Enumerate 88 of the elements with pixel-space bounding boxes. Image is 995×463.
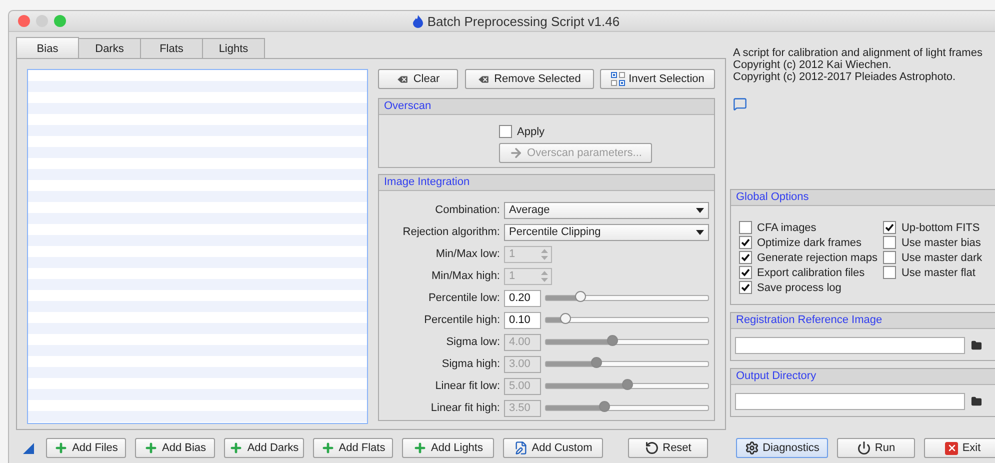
- field-label: Rejection algorithm:: [402, 226, 500, 238]
- dialog-button[interactable]: Exit: [924, 438, 995, 458]
- spin-arrows-icon: [541, 270, 548, 282]
- checkbox[interactable]: [739, 236, 752, 249]
- dropdown[interactable]: Average: [504, 202, 709, 218]
- number-field[interactable]: 0.20: [504, 290, 541, 306]
- add-button[interactable]: Add Flats: [313, 438, 393, 458]
- field-label: Percentile high:: [423, 314, 500, 326]
- checkbox[interactable]: [739, 281, 752, 294]
- checkbox[interactable]: [883, 236, 896, 249]
- path-field[interactable]: [735, 393, 965, 410]
- plus-icon: [229, 441, 244, 455]
- folder-icon[interactable]: [971, 396, 982, 407]
- field-label: Min/Max high:: [430, 270, 500, 282]
- reset-icon: [644, 441, 659, 455]
- close-icon: [945, 442, 958, 454]
- slider-thumb[interactable]: [575, 291, 586, 302]
- field-label: Min/Max low:: [434, 248, 500, 260]
- add-button[interactable]: Add Lights: [402, 438, 494, 458]
- close-window-button[interactable]: [18, 15, 30, 27]
- plus-icon: [144, 441, 158, 455]
- checkbox-label: Use master dark: [901, 252, 982, 264]
- dialog-button[interactable]: Run: [837, 438, 915, 458]
- field-label: Linear fit low:: [434, 380, 500, 392]
- tab[interactable]: Bias: [16, 37, 79, 59]
- grid-squares-icon: [610, 72, 625, 86]
- dropdown[interactable]: Percentile Clipping: [504, 224, 709, 240]
- window-title: Batch Preprocessing Script v1.46: [427, 14, 620, 28]
- checkbox[interactable]: [883, 266, 896, 279]
- tab[interactable]: Flats: [140, 38, 203, 58]
- checkbox[interactable]: [883, 221, 896, 234]
- field-label: Sigma low:: [445, 336, 500, 348]
- backspace-icon: [396, 72, 410, 86]
- flame-icon: [413, 14, 424, 28]
- resize-corner-icon[interactable]: [23, 442, 34, 454]
- file-pen-icon: [514, 441, 528, 455]
- about-text: Copyright (c) 2012-2017 Pleiades Astrophoto.: [733, 71, 957, 83]
- checkbox-label: Use master bias: [901, 236, 981, 248]
- checkbox-label: Use master flat: [901, 266, 976, 278]
- field-label: Linear fit high:: [430, 402, 500, 414]
- path-field[interactable]: [735, 337, 965, 354]
- add-button[interactable]: Add Bias: [135, 438, 215, 458]
- checkbox-label: Apply: [517, 126, 545, 138]
- add-button[interactable]: Add Darks: [224, 438, 304, 458]
- plus-icon: [413, 441, 427, 455]
- plus-icon: [320, 441, 335, 455]
- checkbox[interactable]: [883, 251, 896, 264]
- checkbox[interactable]: [739, 221, 752, 234]
- group-title: Global Options: [731, 190, 995, 206]
- tab[interactable]: Lights: [202, 38, 265, 58]
- field-label: Sigma high:: [440, 358, 500, 370]
- checkbox[interactable]: [499, 125, 512, 138]
- field-label: Combination:: [434, 204, 500, 216]
- checkbox[interactable]: [739, 251, 752, 264]
- comment-icon[interactable]: [733, 97, 747, 111]
- tab[interactable]: Darks: [78, 38, 141, 58]
- field-label: Percentile low:: [427, 292, 500, 304]
- group-title: Output Directory: [731, 369, 995, 385]
- number-field[interactable]: 0.10: [504, 312, 541, 328]
- group-title: Registration Reference Image: [731, 313, 995, 329]
- checkbox-label: Optimize dark frames: [757, 236, 862, 248]
- about-text: A script for calibration and alignment of light frames: [733, 47, 984, 59]
- spin-arrows-icon: [541, 248, 548, 260]
- checkbox-label: Save process log: [757, 282, 842, 294]
- folder-icon[interactable]: [971, 340, 982, 351]
- dialog-button[interactable]: Diagnostics: [736, 438, 828, 458]
- list-action-button[interactable]: Clear: [378, 69, 458, 89]
- maximize-window-button[interactable]: [54, 15, 66, 27]
- slider-thumb[interactable]: [560, 313, 572, 324]
- power-icon: [856, 441, 871, 455]
- checkbox-label: Generate rejection maps: [757, 252, 878, 264]
- reset-button[interactable]: Reset: [628, 438, 708, 458]
- group-title: Overscan: [379, 99, 714, 115]
- add-button[interactable]: Add Custom: [503, 438, 603, 458]
- checkbox[interactable]: [739, 266, 752, 279]
- list-action-button[interactable]: Invert Selection: [600, 69, 715, 89]
- checkbox-label: Up-bottom FITS: [901, 222, 980, 234]
- backspace-icon: [477, 72, 490, 86]
- about-text: Copyright (c) 2012 Kai Wiechen.: [733, 59, 892, 71]
- checkbox-label: CFA images: [757, 222, 816, 234]
- settings-icon: [744, 441, 759, 455]
- add-button[interactable]: Add Files: [46, 438, 126, 458]
- checkbox-label: Export calibration files: [757, 266, 865, 278]
- dropdown-arrow-icon: [696, 230, 704, 234]
- plus-icon: [54, 441, 68, 455]
- dropdown-arrow-icon: [696, 208, 704, 212]
- group-title: Image Integration: [379, 175, 714, 191]
- list-action-button[interactable]: Remove Selected: [464, 69, 594, 89]
